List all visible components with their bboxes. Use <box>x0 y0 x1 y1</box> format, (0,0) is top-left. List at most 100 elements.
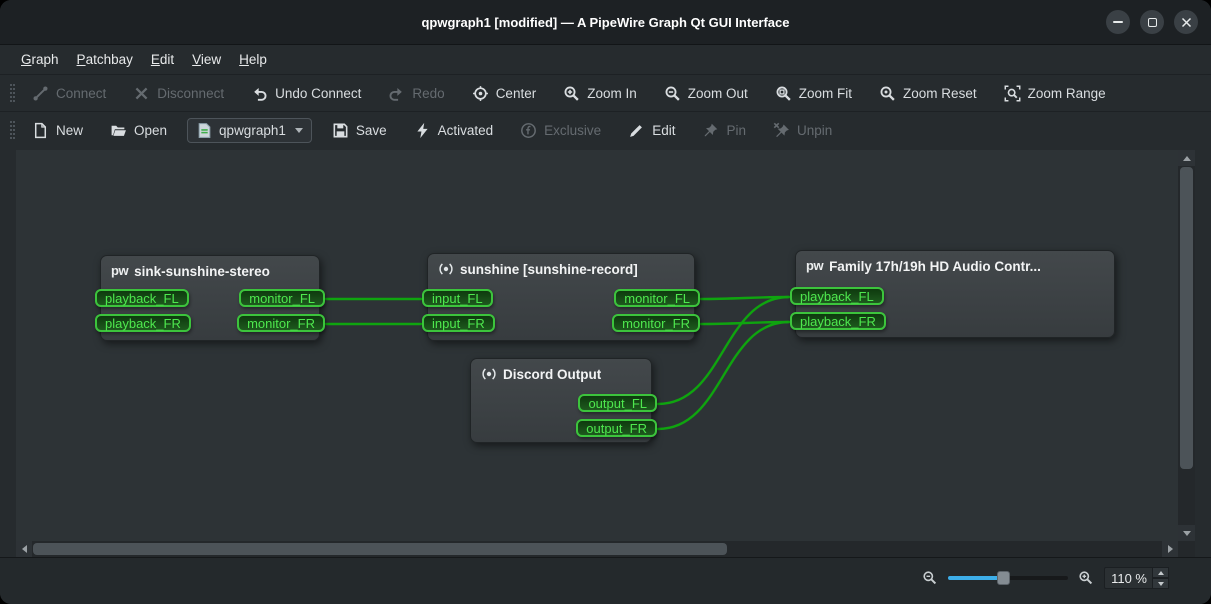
zoom-slider[interactable] <box>948 567 1068 589</box>
vertical-scroll-thumb[interactable] <box>1180 167 1193 469</box>
toolbar-patchbay: New Open qpwgraph1 Save <box>0 111 1211 148</box>
zoom-out-button[interactable]: Zoom Out <box>657 81 755 106</box>
port-output-fl[interactable]: output_FL <box>578 394 657 412</box>
port-playback-fl[interactable]: playback_FL <box>790 287 884 305</box>
node-sunshine[interactable]: sunshine [sunshine-record] input_FL inpu… <box>427 253 695 341</box>
edit-button[interactable]: Edit <box>621 118 682 143</box>
horizontal-scroll-thumb[interactable] <box>33 543 727 555</box>
zoom-in-label: Zoom In <box>587 86 637 101</box>
spin-up-icon <box>1158 571 1164 575</box>
zoom-range-button[interactable]: Zoom Range <box>997 81 1113 106</box>
menu-help[interactable]: Help <box>230 48 276 71</box>
activated-button[interactable]: Activated <box>407 118 501 143</box>
port-input-fr[interactable]: input_FR <box>422 314 495 332</box>
close-icon <box>1181 17 1192 28</box>
zoom-slider-handle[interactable] <box>997 571 1010 585</box>
vertical-scrollbar[interactable] <box>1178 150 1195 541</box>
zoom-out-status-icon[interactable] <box>922 570 938 586</box>
undo-connect-button[interactable]: Undo Connect <box>244 81 368 106</box>
menu-patchbay[interactable]: Patchbay <box>68 48 142 71</box>
node-sink-sunshine-stereo[interactable]: pw sink-sunshine-stereo playback_FL play… <box>100 255 320 341</box>
unpin-icon <box>773 122 790 139</box>
zoom-slider-empty-track <box>1003 576 1068 580</box>
port-monitor-fr[interactable]: monitor_FR <box>237 314 325 332</box>
graph-canvas[interactable]: pw sink-sunshine-stereo playback_FL play… <box>16 150 1195 557</box>
close-button[interactable] <box>1174 10 1198 34</box>
unpin-label: Unpin <box>797 123 832 138</box>
window-title: qpwgraph1 [modified] — A PipeWire Graph … <box>421 15 789 30</box>
scroll-down-button[interactable] <box>1178 525 1195 541</box>
window-controls <box>1106 0 1198 44</box>
scroll-right-button[interactable] <box>1162 541 1178 557</box>
node-header: sunshine [sunshine-record] <box>428 254 694 277</box>
zoom-step-down-button[interactable] <box>1152 578 1169 589</box>
port-monitor-fr[interactable]: monitor_FR <box>612 314 700 332</box>
zoom-range-icon <box>1004 85 1021 102</box>
connect-icon <box>32 85 49 102</box>
port-playback-fr[interactable]: playback_FR <box>95 314 191 332</box>
zoom-slider-filled-track <box>948 576 1003 580</box>
menu-edit[interactable]: Edit <box>142 48 183 71</box>
connect-label: Connect <box>56 86 106 101</box>
center-label: Center <box>496 86 537 101</box>
node-header: Discord Output <box>471 359 651 382</box>
undo-icon <box>251 85 268 102</box>
node-header: pw sink-sunshine-stereo <box>101 256 319 279</box>
menu-graph[interactable]: Graph <box>12 48 68 71</box>
menubar: Graph Patchbay Edit View Help <box>0 45 1211 74</box>
maximize-button[interactable] <box>1140 10 1164 34</box>
menu-view[interactable]: View <box>183 48 230 71</box>
zoom-value-field[interactable] <box>1104 567 1152 589</box>
port-monitor-fl[interactable]: monitor_FL <box>239 289 325 307</box>
zoom-fit-icon <box>775 85 792 102</box>
center-icon <box>472 85 489 102</box>
save-button[interactable]: Save <box>325 118 394 143</box>
port-playback-fl[interactable]: playback_FL <box>95 289 189 307</box>
connections-layer <box>16 150 1178 541</box>
disconnect-label: Disconnect <box>157 86 224 101</box>
zoom-step-up-button[interactable] <box>1152 567 1169 578</box>
titlebar[interactable]: qpwgraph1 [modified] — A PipeWire Graph … <box>0 0 1211 45</box>
patchbay-file-icon <box>196 122 213 139</box>
zoom-fit-button[interactable]: Zoom Fit <box>768 81 859 106</box>
maximize-icon <box>1148 18 1157 27</box>
zoom-in-icon <box>563 85 580 102</box>
exclusive-label: Exclusive <box>544 123 601 138</box>
node-family-audio-controller[interactable]: pw Family 17h/19h HD Audio Contr... play… <box>795 250 1115 338</box>
node-title: Family 17h/19h HD Audio Contr... <box>829 259 1041 274</box>
port-output-fr[interactable]: output_FR <box>576 419 657 437</box>
pipewire-icon: pw <box>111 263 128 279</box>
port-playback-fr[interactable]: playback_FR <box>790 312 886 330</box>
toolbar-drag-handle[interactable] <box>10 84 15 102</box>
node-discord-output[interactable]: Discord Output output_FL output_FR <box>470 358 652 443</box>
zoom-range-label: Zoom Range <box>1028 86 1106 101</box>
zoom-reset-button[interactable]: Zoom Reset <box>872 81 984 106</box>
chevron-down-icon <box>295 128 303 133</box>
center-button[interactable]: Center <box>465 81 544 106</box>
port-input-fl[interactable]: input_FL <box>422 289 493 307</box>
port-monitor-fl[interactable]: monitor_FL <box>614 289 700 307</box>
open-button[interactable]: Open <box>103 118 174 143</box>
node-header: pw Family 17h/19h HD Audio Contr... <box>796 251 1114 274</box>
statusbar <box>0 557 1211 604</box>
zoom-in-status-icon[interactable] <box>1078 570 1094 586</box>
disconnect-icon <box>133 85 150 102</box>
zoom-reset-icon <box>879 85 896 102</box>
zoom-spinbox[interactable] <box>1104 567 1169 589</box>
minimize-button[interactable] <box>1106 10 1130 34</box>
redo-icon <box>388 85 405 102</box>
toolbar-drag-handle[interactable] <box>10 121 15 139</box>
patchbay-select[interactable]: qpwgraph1 <box>187 118 312 143</box>
connect-button: Connect <box>25 81 113 106</box>
horizontal-scrollbar[interactable] <box>16 541 1178 557</box>
scroll-left-button[interactable] <box>16 541 32 557</box>
new-button[interactable]: New <box>25 118 90 143</box>
canvas-viewport[interactable]: pw sink-sunshine-stereo playback_FL play… <box>16 150 1178 541</box>
zoom-in-button[interactable]: Zoom In <box>556 81 644 106</box>
new-label: New <box>56 123 83 138</box>
redo-button: Redo <box>381 81 451 106</box>
zoom-reset-label: Zoom Reset <box>903 86 977 101</box>
arrow-down-icon <box>1183 531 1191 536</box>
scroll-up-button[interactable] <box>1178 150 1195 166</box>
pin-label: Pin <box>726 123 746 138</box>
